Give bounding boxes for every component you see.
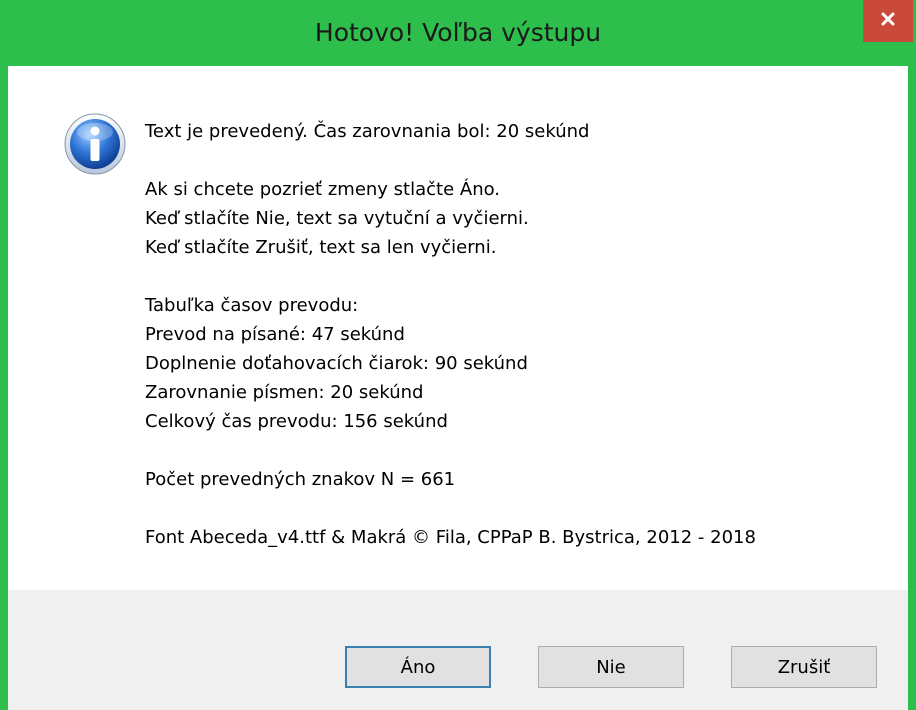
- no-button[interactable]: Nie: [538, 646, 684, 688]
- title-bar[interactable]: Hotovo! Voľba výstupu: [0, 0, 916, 66]
- instruction-yes: Ak si chcete pozrieť zmeny stlačte Áno.: [145, 179, 501, 200]
- button-bar: Áno Nie Zrušiť: [8, 590, 908, 710]
- dialog-message: Text je prevedený. Čas zarovnania bol: 2…: [145, 117, 885, 552]
- time-row-alignment: Zarovnanie písmen: 20 sekúnd: [145, 382, 424, 403]
- cancel-button[interactable]: Zrušiť: [731, 646, 877, 688]
- time-row-strokes: Doplnenie doťahovacích čiarok: 90 sekúnd: [145, 353, 528, 374]
- credits-text: Font Abeceda_v4.ttf & Makrá © Fila, CPPa…: [145, 527, 756, 548]
- close-button[interactable]: [863, 0, 913, 42]
- dialog-window: Hotovo! Voľba výstupu Text je prevedený.…: [0, 0, 916, 710]
- window-frame-right: [908, 66, 916, 710]
- instruction-cancel: Keď stlačíte Zrušiť, text sa len vyčiern…: [145, 237, 497, 258]
- window-frame-left: [0, 66, 8, 710]
- dialog-content: Text je prevedený. Čas zarovnania bol: 2…: [8, 66, 908, 590]
- yes-button[interactable]: Áno: [345, 646, 491, 688]
- close-icon: [878, 9, 898, 33]
- time-row-total: Celkový čas prevodu: 156 sekúnd: [145, 411, 448, 432]
- result-text: Text je prevedený. Čas zarovnania bol: 2…: [145, 121, 590, 142]
- instruction-no: Keď stlačíte Nie, text sa vytuční a vyči…: [145, 208, 529, 229]
- window-title: Hotovo! Voľba výstupu: [314, 18, 602, 47]
- character-count: Počet prevedných znakov N = 661: [145, 469, 456, 490]
- time-row-cursive: Prevod na písané: 47 sekúnd: [145, 324, 405, 345]
- table-title: Tabuľka časov prevodu:: [145, 295, 359, 316]
- info-icon: [63, 112, 127, 176]
